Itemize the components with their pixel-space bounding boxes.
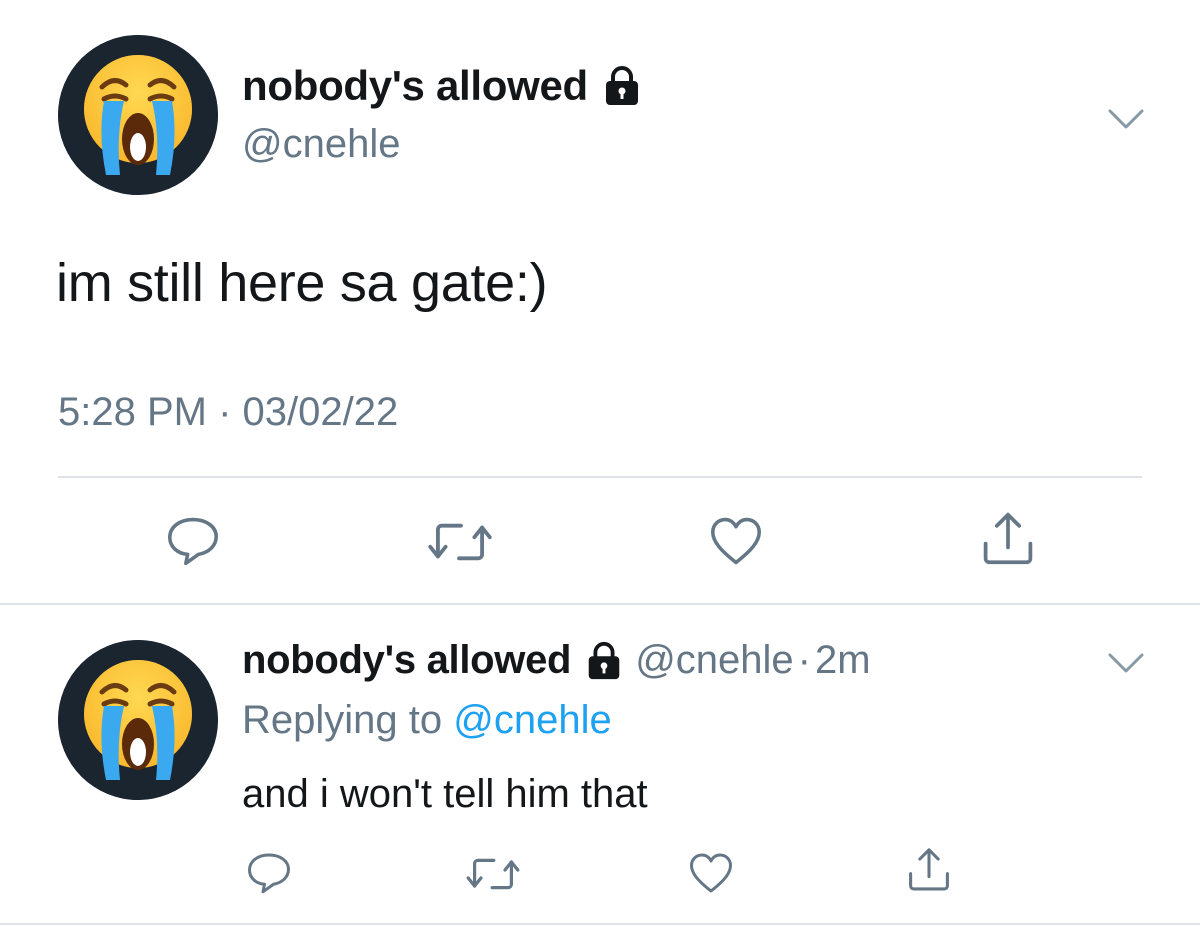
divider <box>0 923 1200 925</box>
reply-age[interactable]: 2m <box>815 638 871 683</box>
loudly-crying-face-icon <box>58 640 218 800</box>
share-icon <box>906 846 952 892</box>
chevron-down-icon[interactable] <box>1106 648 1146 678</box>
reply-author-handle[interactable]: @cnehle <box>635 638 793 683</box>
reply-tweet-text: and i won't tell him that <box>242 772 648 816</box>
reply-retweet-button[interactable] <box>464 854 522 894</box>
heart-icon <box>708 516 764 566</box>
reply-author-name[interactable]: nobody's allowed <box>242 638 571 683</box>
divider <box>58 476 1142 478</box>
replying-to-label: Replying to <box>242 698 443 742</box>
main-tweet-handle[interactable]: @cnehle <box>242 122 400 167</box>
share-icon <box>980 510 1036 566</box>
lock-icon <box>600 64 644 108</box>
reply-like-button[interactable] <box>688 852 734 894</box>
reply-icon <box>166 516 220 566</box>
display-name: nobody's allowed <box>242 62 588 109</box>
reply-share-button[interactable] <box>906 846 952 892</box>
separator-dot: · <box>797 638 811 682</box>
main-tweet-timestamp[interactable]: 5:28 PM · 03/02/22 <box>58 390 398 435</box>
main-tweet-author-name[interactable]: nobody's allowed <box>242 62 644 110</box>
main-tweet-text: im still here sa gate:) <box>56 253 548 313</box>
heart-icon <box>688 852 734 894</box>
reply-icon <box>246 852 292 894</box>
divider <box>0 603 1200 605</box>
main-share-button[interactable] <box>980 510 1036 566</box>
chevron-down-icon[interactable] <box>1106 104 1146 134</box>
retweet-icon <box>426 518 494 566</box>
reply-tweet-avatar[interactable] <box>58 640 218 800</box>
loudly-crying-face-icon <box>58 35 218 195</box>
lock-icon <box>583 640 625 682</box>
reply-tweet-header: nobody's allowed @cnehle · 2m <box>242 638 871 683</box>
main-like-button[interactable] <box>708 516 764 566</box>
replying-to-mention[interactable]: @cnehle <box>453 698 611 742</box>
retweet-icon <box>464 854 522 894</box>
replying-to-line: Replying to @cnehle <box>242 698 612 743</box>
reply-reply-button[interactable] <box>246 852 292 894</box>
main-reply-button[interactable] <box>166 516 220 566</box>
main-tweet-avatar[interactable] <box>58 35 218 195</box>
main-retweet-button[interactable] <box>426 518 494 566</box>
